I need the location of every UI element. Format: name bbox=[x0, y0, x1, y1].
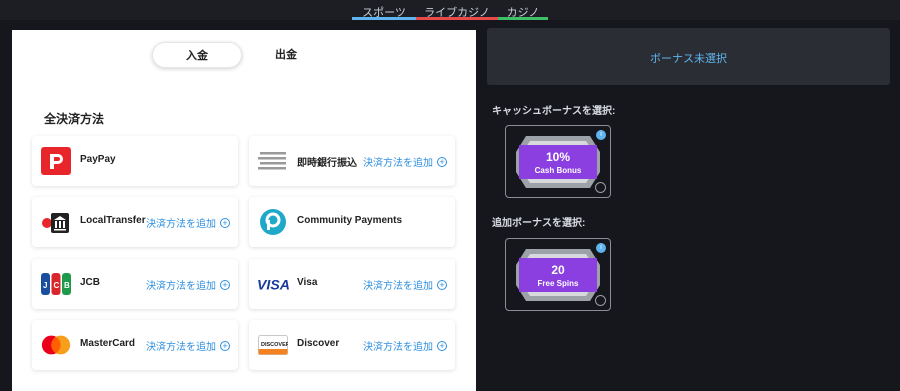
payment-panel: 入金 出金 全決済方法 PayPay 即時銀行振込 決済方法を追加 + Local… bbox=[12, 30, 476, 391]
svg-text:J: J bbox=[43, 281, 47, 290]
add-method-label: 決済方法を追加 bbox=[146, 219, 216, 230]
payment-method-name: Community Payments bbox=[297, 215, 403, 226]
payment-method-jcb[interactable]: JCB JCB 決済方法を追加 + bbox=[32, 259, 238, 309]
svg-text:VISA: VISA bbox=[257, 277, 289, 293]
payment-method-name: 即時銀行振込 bbox=[297, 158, 357, 169]
section-title: 全決済方法 bbox=[44, 112, 105, 126]
bank-transfer-icon bbox=[257, 147, 289, 175]
payment-method-local-transfer[interactable]: LocalTransfer 決済方法を追加 + bbox=[32, 197, 238, 247]
add-method-label: 決済方法を追加 bbox=[363, 158, 433, 169]
top-nav: スポーツ ライブカジノ カジノ bbox=[0, 0, 900, 20]
cash-bonus-label: キャッシュボーナスを選択: bbox=[492, 106, 616, 117]
svg-text:B: B bbox=[64, 281, 70, 290]
withdraw-tab[interactable]: 出金 bbox=[256, 42, 316, 68]
cash-bonus-tile[interactable]: 10% Cash Bonus i bbox=[505, 125, 611, 198]
plus-circle-icon: + bbox=[437, 340, 447, 351]
add-method-label: 決済方法を追加 bbox=[146, 281, 216, 292]
payment-method-name: Discover bbox=[297, 338, 340, 349]
payment-method-name: Visa bbox=[297, 277, 318, 288]
plus-circle-icon: + bbox=[220, 279, 230, 290]
extra-bonus-radio[interactable] bbox=[595, 295, 606, 306]
payment-method-name: MasterCard bbox=[80, 338, 136, 349]
plus-circle-icon: + bbox=[437, 279, 447, 290]
payment-method-name: LocalTransfer bbox=[80, 215, 146, 226]
cash-bonus-caption: Cash Bonus bbox=[534, 166, 582, 175]
plus-circle-icon: + bbox=[220, 217, 230, 228]
community-payments-icon bbox=[257, 208, 289, 236]
local-transfer-icon bbox=[40, 208, 72, 236]
deposit-withdraw-toggle: 入金 出金 bbox=[152, 42, 324, 68]
payment-method-bank-transfer[interactable]: 即時銀行振込 決済方法を追加 + bbox=[249, 136, 455, 186]
mastercard-icon bbox=[40, 331, 72, 359]
extra-bonus-value: 20 bbox=[551, 263, 565, 277]
extra-bonus-label: 追加ボーナスを選択: bbox=[492, 218, 586, 229]
add-method-link[interactable]: 決済方法を追加 + bbox=[146, 338, 230, 353]
plus-circle-icon: + bbox=[220, 340, 230, 351]
payment-method-mastercard[interactable]: MasterCard 決済方法を追加 + bbox=[32, 320, 238, 370]
tab-live-casino-underline bbox=[416, 17, 498, 20]
add-method-label: 決済方法を追加 bbox=[146, 342, 216, 353]
plus-circle-icon: + bbox=[437, 156, 447, 167]
add-method-link[interactable]: 決済方法を追加 + bbox=[363, 154, 447, 169]
cash-bonus-radio[interactable] bbox=[595, 182, 606, 193]
bonus-none-selected-text: ボーナス未選択 bbox=[650, 53, 727, 65]
tab-casino[interactable]: カジノ bbox=[498, 4, 548, 20]
svg-text:C: C bbox=[54, 281, 60, 290]
tab-live-casino[interactable]: ライブカジノ bbox=[416, 4, 498, 20]
deposit-tab[interactable]: 入金 bbox=[152, 42, 242, 68]
add-method-label: 決済方法を追加 bbox=[363, 281, 433, 292]
tab-sports[interactable]: スポーツ bbox=[352, 4, 416, 20]
info-icon[interactable]: i bbox=[596, 243, 606, 253]
extra-bonus-tile[interactable]: 20 Free Spins i bbox=[505, 238, 611, 311]
add-method-label: 決済方法を追加 bbox=[363, 342, 433, 353]
payment-method-paypay[interactable]: PayPay bbox=[32, 136, 238, 186]
payment-method-discover[interactable]: DISCOVER Discover 決済方法を追加 + bbox=[249, 320, 455, 370]
payment-method-name: PayPay bbox=[80, 154, 116, 165]
payment-method-visa[interactable]: VISA Visa 決済方法を追加 + bbox=[249, 259, 455, 309]
paypay-icon bbox=[40, 147, 72, 175]
svg-text:DISCOVER: DISCOVER bbox=[261, 342, 288, 348]
add-method-link[interactable]: 決済方法を追加 + bbox=[146, 215, 230, 230]
add-method-link[interactable]: 決済方法を追加 + bbox=[363, 277, 447, 292]
cash-bonus-value: 10% bbox=[545, 150, 571, 164]
tab-sports-underline bbox=[352, 17, 416, 20]
tab-casino-underline bbox=[498, 17, 548, 20]
discover-icon: DISCOVER bbox=[257, 331, 289, 359]
add-method-link[interactable]: 決済方法を追加 + bbox=[363, 338, 447, 353]
payment-method-name: JCB bbox=[80, 277, 101, 288]
jcb-icon: JCB bbox=[40, 270, 72, 298]
visa-icon: VISA bbox=[257, 270, 289, 298]
bonus-selection-display[interactable]: ボーナス未選択 bbox=[487, 28, 890, 85]
payment-method-community-payments[interactable]: Community Payments bbox=[249, 197, 455, 247]
info-icon[interactable]: i bbox=[596, 130, 606, 140]
extra-bonus-caption: Free Spins bbox=[537, 279, 579, 288]
add-method-link[interactable]: 決済方法を追加 + bbox=[146, 277, 230, 292]
